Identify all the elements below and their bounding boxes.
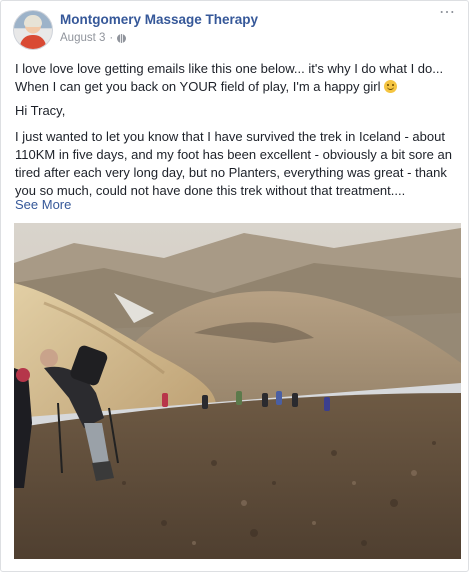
smile-emoji-icon [384, 80, 398, 93]
page-name-link[interactable]: Montgomery Massage Therapy [60, 12, 258, 27]
post-text-body: I just wanted to let you know that I hav… [15, 129, 452, 198]
page-avatar[interactable] [13, 10, 53, 50]
post-text-greeting: Hi Tracy, [15, 103, 66, 118]
more-options-icon[interactable]: ⋯ [439, 5, 456, 21]
avatar-shirt [20, 35, 46, 49]
avatar-hair [24, 15, 42, 27]
facebook-post: Montgomery Massage Therapy August 3 · ⋯ … [0, 0, 469, 572]
see-more-link[interactable]: See More [15, 196, 461, 214]
post-date[interactable]: August 3 [60, 32, 105, 44]
mountain-hikers-image [14, 223, 461, 559]
post-photo[interactable] [14, 223, 461, 559]
meta-separator: · [109, 32, 114, 44]
post-text-intro: I love love love getting emails like thi… [15, 60, 461, 96]
intro-text: I love love love getting emails like thi… [15, 61, 444, 94]
post-meta: August 3 · [60, 32, 127, 44]
globe-icon[interactable] [117, 33, 127, 43]
